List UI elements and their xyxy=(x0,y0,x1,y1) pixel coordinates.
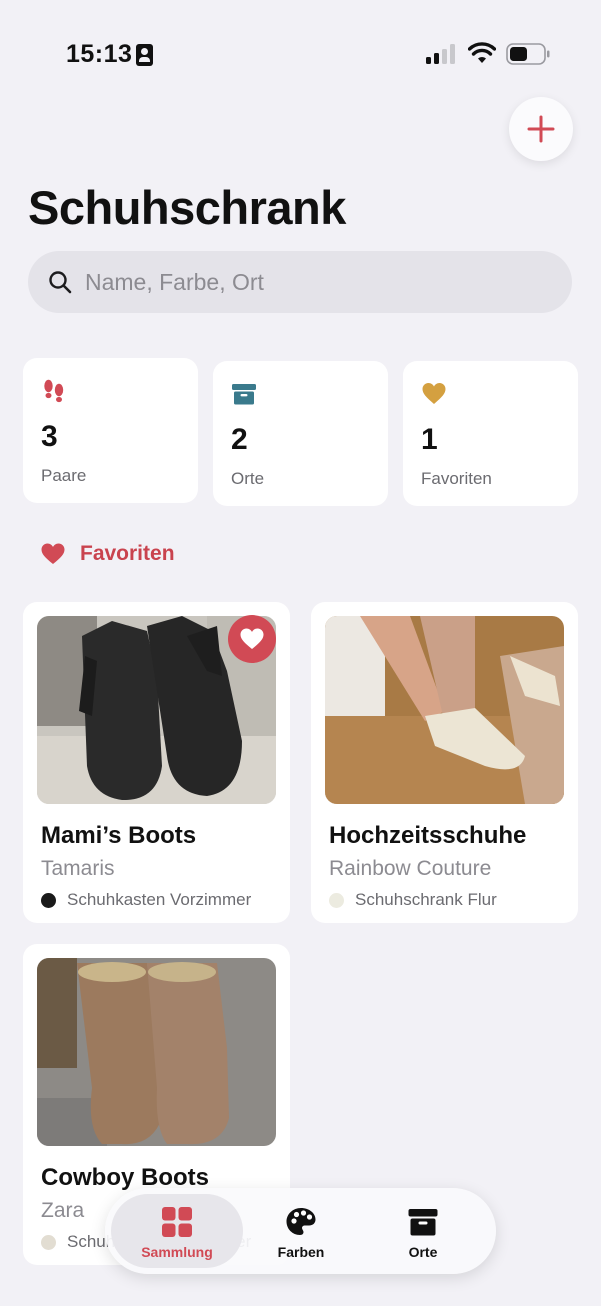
shoe-location-label: Schuhschrank Flur xyxy=(355,890,497,909)
heart-icon xyxy=(41,543,65,564)
tab-farben[interactable]: Farben xyxy=(235,1194,367,1268)
shoe-location: Schuhschrank Flur xyxy=(329,890,497,910)
favorite-badge[interactable] xyxy=(228,615,276,663)
stat-value: 2 xyxy=(231,423,248,456)
tab-label: Orte xyxy=(408,1244,438,1260)
shoe-brand: Tamaris xyxy=(41,857,115,880)
heart-icon xyxy=(240,628,264,649)
shoe-brand: Zara xyxy=(41,1199,85,1222)
plus-icon xyxy=(527,115,555,143)
status-time: 15:13 xyxy=(66,40,133,68)
shoe-photo xyxy=(37,958,276,1146)
shoe-name: Hochzeitsschuhe xyxy=(329,822,527,849)
shoe-card[interactable]: Mami’s Boots Tamaris Schuhkasten Vorzimm… xyxy=(23,602,290,923)
search-input[interactable] xyxy=(85,251,545,313)
color-dot xyxy=(329,892,344,908)
archive-box-icon xyxy=(408,1209,438,1236)
color-dot xyxy=(41,892,56,908)
tab-label: Farben xyxy=(277,1244,325,1260)
shoe-location-label: Schuhkasten Vorzimmer xyxy=(67,890,252,909)
page-title: Schuhschrank xyxy=(28,181,346,234)
favorites-section-header: Favoriten xyxy=(40,540,175,568)
tab-label: Sammlung xyxy=(141,1244,213,1260)
favorites-section-title: Favoriten xyxy=(80,542,175,565)
battery-icon xyxy=(506,43,550,65)
stat-card-favorites: 1 Favoriten xyxy=(403,361,578,506)
tab-orte[interactable]: Orte xyxy=(357,1194,489,1268)
search-icon xyxy=(49,271,72,294)
shoe-name: Mami’s Boots xyxy=(41,822,197,849)
stat-value: 3 xyxy=(41,420,58,453)
stat-label: Favoriten xyxy=(421,469,492,488)
shoe-photo xyxy=(325,616,564,804)
palette-icon xyxy=(286,1208,316,1235)
shoe-location: Schuhkasten Vorzimmer xyxy=(41,890,251,910)
wifi-icon xyxy=(468,42,496,63)
grid-icon xyxy=(162,1207,192,1237)
stat-card-locations: 2 Orte xyxy=(213,361,388,506)
stat-value: 1 xyxy=(421,423,438,456)
focus-mode-icon xyxy=(136,44,153,66)
footprints-icon xyxy=(44,379,64,403)
search-bar[interactable] xyxy=(28,251,572,313)
tab-bar: Sammlung Farben Orte xyxy=(105,1188,496,1274)
shoe-card[interactable]: Hochzeitsschuhe Rainbow Couture Schuhsch… xyxy=(311,602,578,923)
shoe-brand: Rainbow Couture xyxy=(329,857,492,880)
heart-icon xyxy=(422,383,446,404)
tab-sammlung[interactable]: Sammlung xyxy=(111,1194,243,1268)
color-dot xyxy=(41,1234,56,1250)
cellular-signal-icon xyxy=(426,44,455,64)
add-shoe-button[interactable] xyxy=(509,97,573,161)
archive-box-icon xyxy=(232,384,256,405)
stat-label: Orte xyxy=(231,469,265,488)
stat-card-pairs: 3 Paare xyxy=(23,358,198,503)
stat-label: Paare xyxy=(41,466,87,485)
